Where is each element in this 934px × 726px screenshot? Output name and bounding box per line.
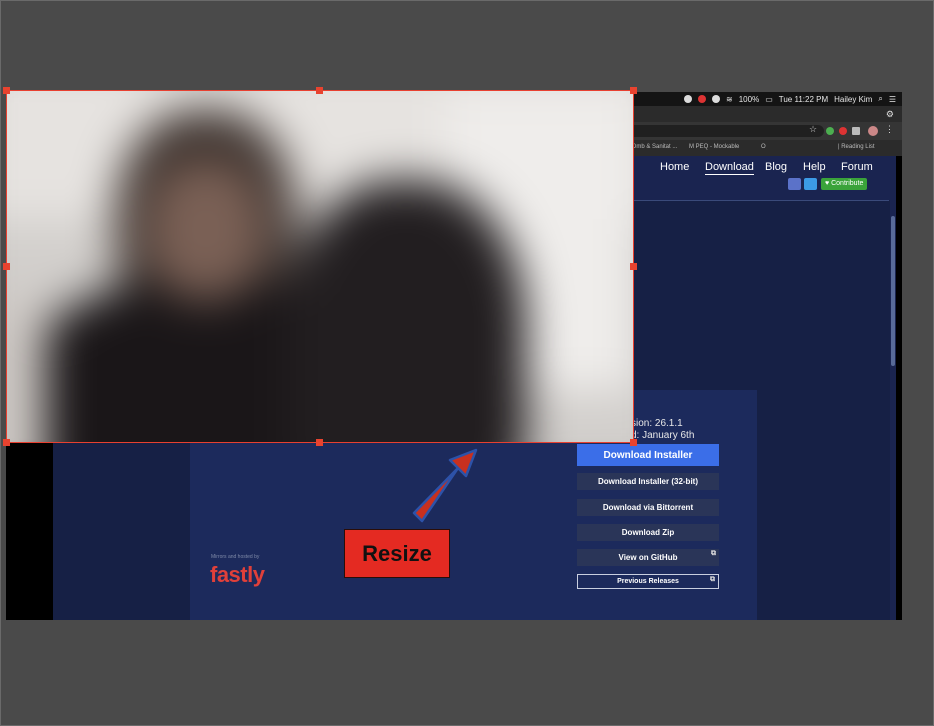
resize-annotation-label: Resize [344, 529, 450, 578]
annotation-arrow-icon [412, 448, 478, 523]
